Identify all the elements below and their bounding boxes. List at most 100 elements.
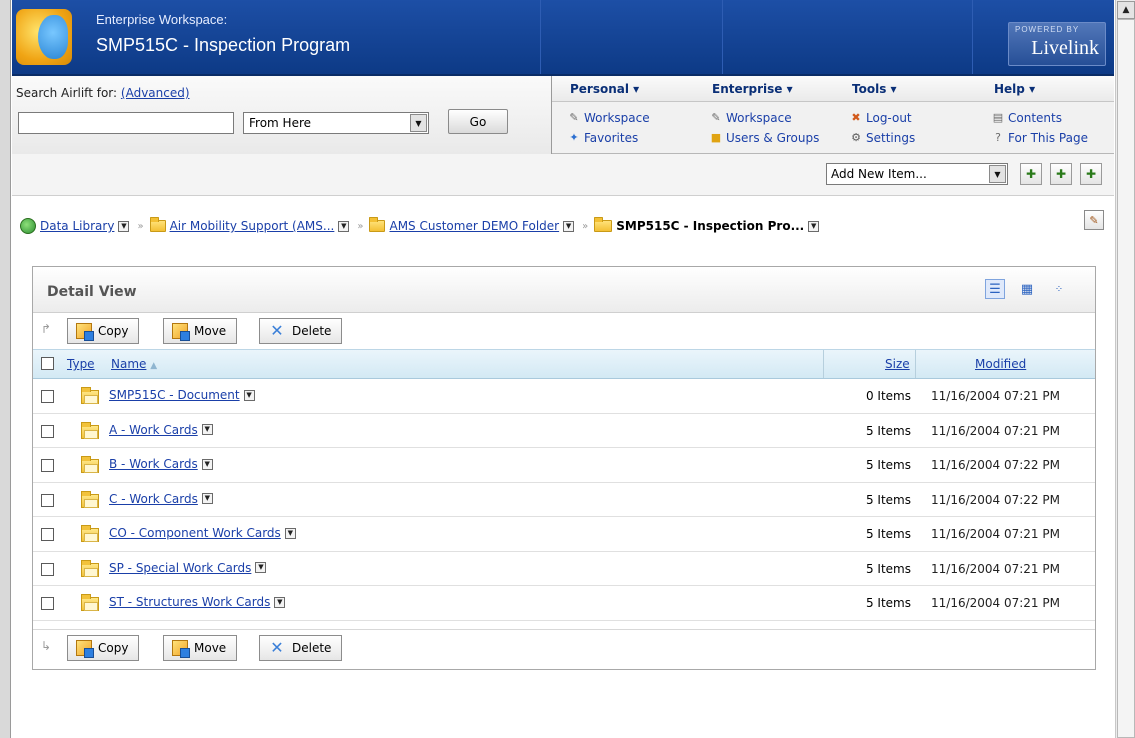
row-checkbox[interactable]	[41, 493, 54, 507]
chevron-down-icon[interactable]: ▼	[410, 114, 427, 132]
breadcrumb-link[interactable]: Data Library	[40, 219, 114, 233]
item-size: 5 Items	[865, 423, 911, 438]
menu-personal[interactable]: Personal ▾	[570, 82, 639, 96]
row-checkbox[interactable]	[41, 424, 54, 438]
scrollbar-thumb[interactable]	[1117, 19, 1135, 738]
chevron-down-icon[interactable]: ▼	[243, 389, 255, 401]
workspace-title: SMP515C - Inspection Program	[96, 35, 351, 55]
add-document-icon[interactable]: ✚	[1020, 163, 1042, 185]
banner-divider	[972, 0, 973, 74]
item-link[interactable]: SP - Special Work Cards	[109, 561, 251, 575]
add-item-icon[interactable]: ✚	[1080, 163, 1102, 185]
menu-tools[interactable]: Tools ▾	[852, 82, 897, 96]
users-groups-label: Users & Groups	[726, 131, 820, 145]
chevron-down-icon[interactable]: ▼	[201, 458, 213, 470]
breadcrumb-current: SMP515C - Inspection Pro... ▼	[594, 217, 820, 233]
search-scope-select[interactable]: From Here ▼	[243, 112, 429, 134]
item-link[interactable]: ST - Structures Work Cards	[109, 595, 270, 609]
personal-favorites-label: Favorites	[584, 131, 639, 145]
copy-label: Copy	[98, 641, 129, 655]
move-button[interactable]: Move	[163, 635, 238, 661]
column-header-modified[interactable]: Modified	[975, 357, 1026, 371]
chevron-down-icon[interactable]: ▼	[808, 220, 820, 232]
delete-button[interactable]: ✕ Delete	[259, 318, 343, 344]
item-name: ST - Structures Work Cards ▼	[109, 595, 286, 609]
copy-icon	[76, 323, 94, 341]
row-checkbox[interactable]	[41, 459, 54, 472]
logout-link[interactable]: ✖ Log-out	[850, 111, 911, 125]
chevron-down-icon[interactable]: ▼	[563, 220, 575, 232]
contents-icon: ▤	[992, 111, 1004, 124]
row-checkbox[interactable]	[41, 528, 54, 541]
copy-button[interactable]: Copy	[67, 318, 140, 344]
chevron-down-icon[interactable]: ▼	[338, 220, 350, 232]
help-this-page-link[interactable]: ? For This Page	[992, 131, 1088, 145]
chevron-down-icon[interactable]: ▼	[201, 424, 213, 435]
copy-button[interactable]: Copy	[67, 635, 140, 661]
item-modified: 11/16/2004 07:22 PM	[931, 458, 1060, 472]
chevron-down-icon[interactable]: ▼	[284, 527, 296, 539]
users-groups-link[interactable]: ■ Users & Groups	[710, 131, 820, 145]
move-button[interactable]: Move	[163, 318, 238, 344]
menu-help[interactable]: Help ▾	[994, 82, 1035, 96]
add-new-item-select[interactable]: Add New Item... ▼	[826, 163, 1008, 185]
column-header-type[interactable]: Type	[67, 357, 95, 371]
chevron-down-icon[interactable]: ▼	[274, 596, 286, 608]
chevron-down-icon[interactable]: ▼	[201, 493, 213, 504]
settings-label: Settings	[866, 131, 916, 145]
row-checkbox[interactable]	[41, 597, 54, 610]
advanced-search-link[interactable]: (Advanced)	[121, 86, 190, 100]
row-checkbox[interactable]	[41, 390, 54, 403]
search-label-text: Search Airlift for:	[16, 86, 118, 100]
item-link[interactable]: CO - Component Work Cards	[109, 526, 281, 540]
search-input[interactable]	[18, 112, 234, 134]
scroll-up-icon[interactable]: ▲	[1117, 1, 1135, 19]
detail-view-icon[interactable]: ☰	[985, 279, 1005, 299]
breadcrumb: Data Library ▼ » Air Mobility Support (A…	[12, 214, 1114, 238]
breadcrumb-item[interactable]: AMS Customer DEMO Folder ▼	[369, 217, 575, 233]
search-label: Search Airlift for: (Advanced)	[16, 86, 190, 100]
item-modified: 11/16/2004 07:21 PM	[931, 561, 1060, 576]
item-link[interactable]: C - Work Cards	[109, 492, 198, 506]
chevron-down-icon[interactable]: ▼	[255, 562, 267, 573]
banner-divider	[722, 0, 723, 74]
help-this-page-label: For This Page	[1008, 131, 1088, 145]
edit-pencil-icon[interactable]: ✎	[1084, 210, 1104, 230]
personal-workspace-link[interactable]: ✎ Workspace	[568, 111, 649, 125]
item-link[interactable]: A - Work Cards	[109, 423, 198, 437]
breadcrumb-item[interactable]: Data Library ▼	[20, 218, 130, 234]
go-button[interactable]: Go	[448, 109, 508, 134]
small-icons-view-icon[interactable]: ⁘	[1049, 279, 1069, 299]
item-size: 5 Items	[865, 492, 911, 507]
top-actions-bar: ↱ Copy Move ✕ Delete	[33, 313, 1095, 349]
search-panel: Search Airlift for: (Advanced) From Here…	[12, 76, 552, 154]
select-all-checkbox[interactable]	[41, 357, 54, 373]
folder-icon	[81, 525, 99, 542]
search-scope-value: From Here	[249, 116, 312, 130]
delete-icon: ✕	[270, 638, 284, 657]
medium-icons-view-icon[interactable]: ▦	[1017, 279, 1037, 299]
breadcrumb-item[interactable]: Air Mobility Support (AMS... ▼	[149, 217, 350, 233]
column-header-name-label[interactable]: Name	[111, 357, 146, 371]
menu-enterprise[interactable]: Enterprise ▾	[712, 82, 793, 96]
enterprise-workspace-link[interactable]: ✎ Workspace	[710, 111, 791, 125]
item-link[interactable]: B - Work Cards	[109, 457, 198, 471]
delete-button[interactable]: ✕ Delete	[259, 635, 343, 661]
arrow-right-icon: ↱	[41, 322, 52, 336]
breadcrumb-link[interactable]: Air Mobility Support (AMS...	[170, 219, 335, 233]
column-header-name[interactable]: Name ▲	[111, 357, 157, 371]
column-divider	[915, 350, 916, 378]
help-contents-link[interactable]: ▤ Contents	[992, 111, 1062, 125]
livelink-logo[interactable]: POWERED BY Livelink	[1008, 22, 1106, 66]
settings-link[interactable]: ⚙ Settings	[850, 131, 915, 145]
chevron-down-icon[interactable]: ▼	[118, 220, 130, 232]
column-header-size[interactable]: Size	[885, 357, 910, 371]
breadcrumb-link[interactable]: AMS Customer DEMO Folder	[389, 219, 559, 233]
vertical-scrollbar[interactable]: ▲	[1115, 0, 1135, 738]
banner-divider	[540, 0, 541, 74]
row-checkbox[interactable]	[41, 562, 54, 576]
chevron-down-icon[interactable]: ▼	[989, 165, 1006, 183]
item-link[interactable]: SMP515C - Document	[109, 388, 240, 402]
personal-favorites-link[interactable]: ✦ Favorites	[568, 131, 638, 145]
add-folder-icon[interactable]: ✚	[1050, 163, 1072, 185]
